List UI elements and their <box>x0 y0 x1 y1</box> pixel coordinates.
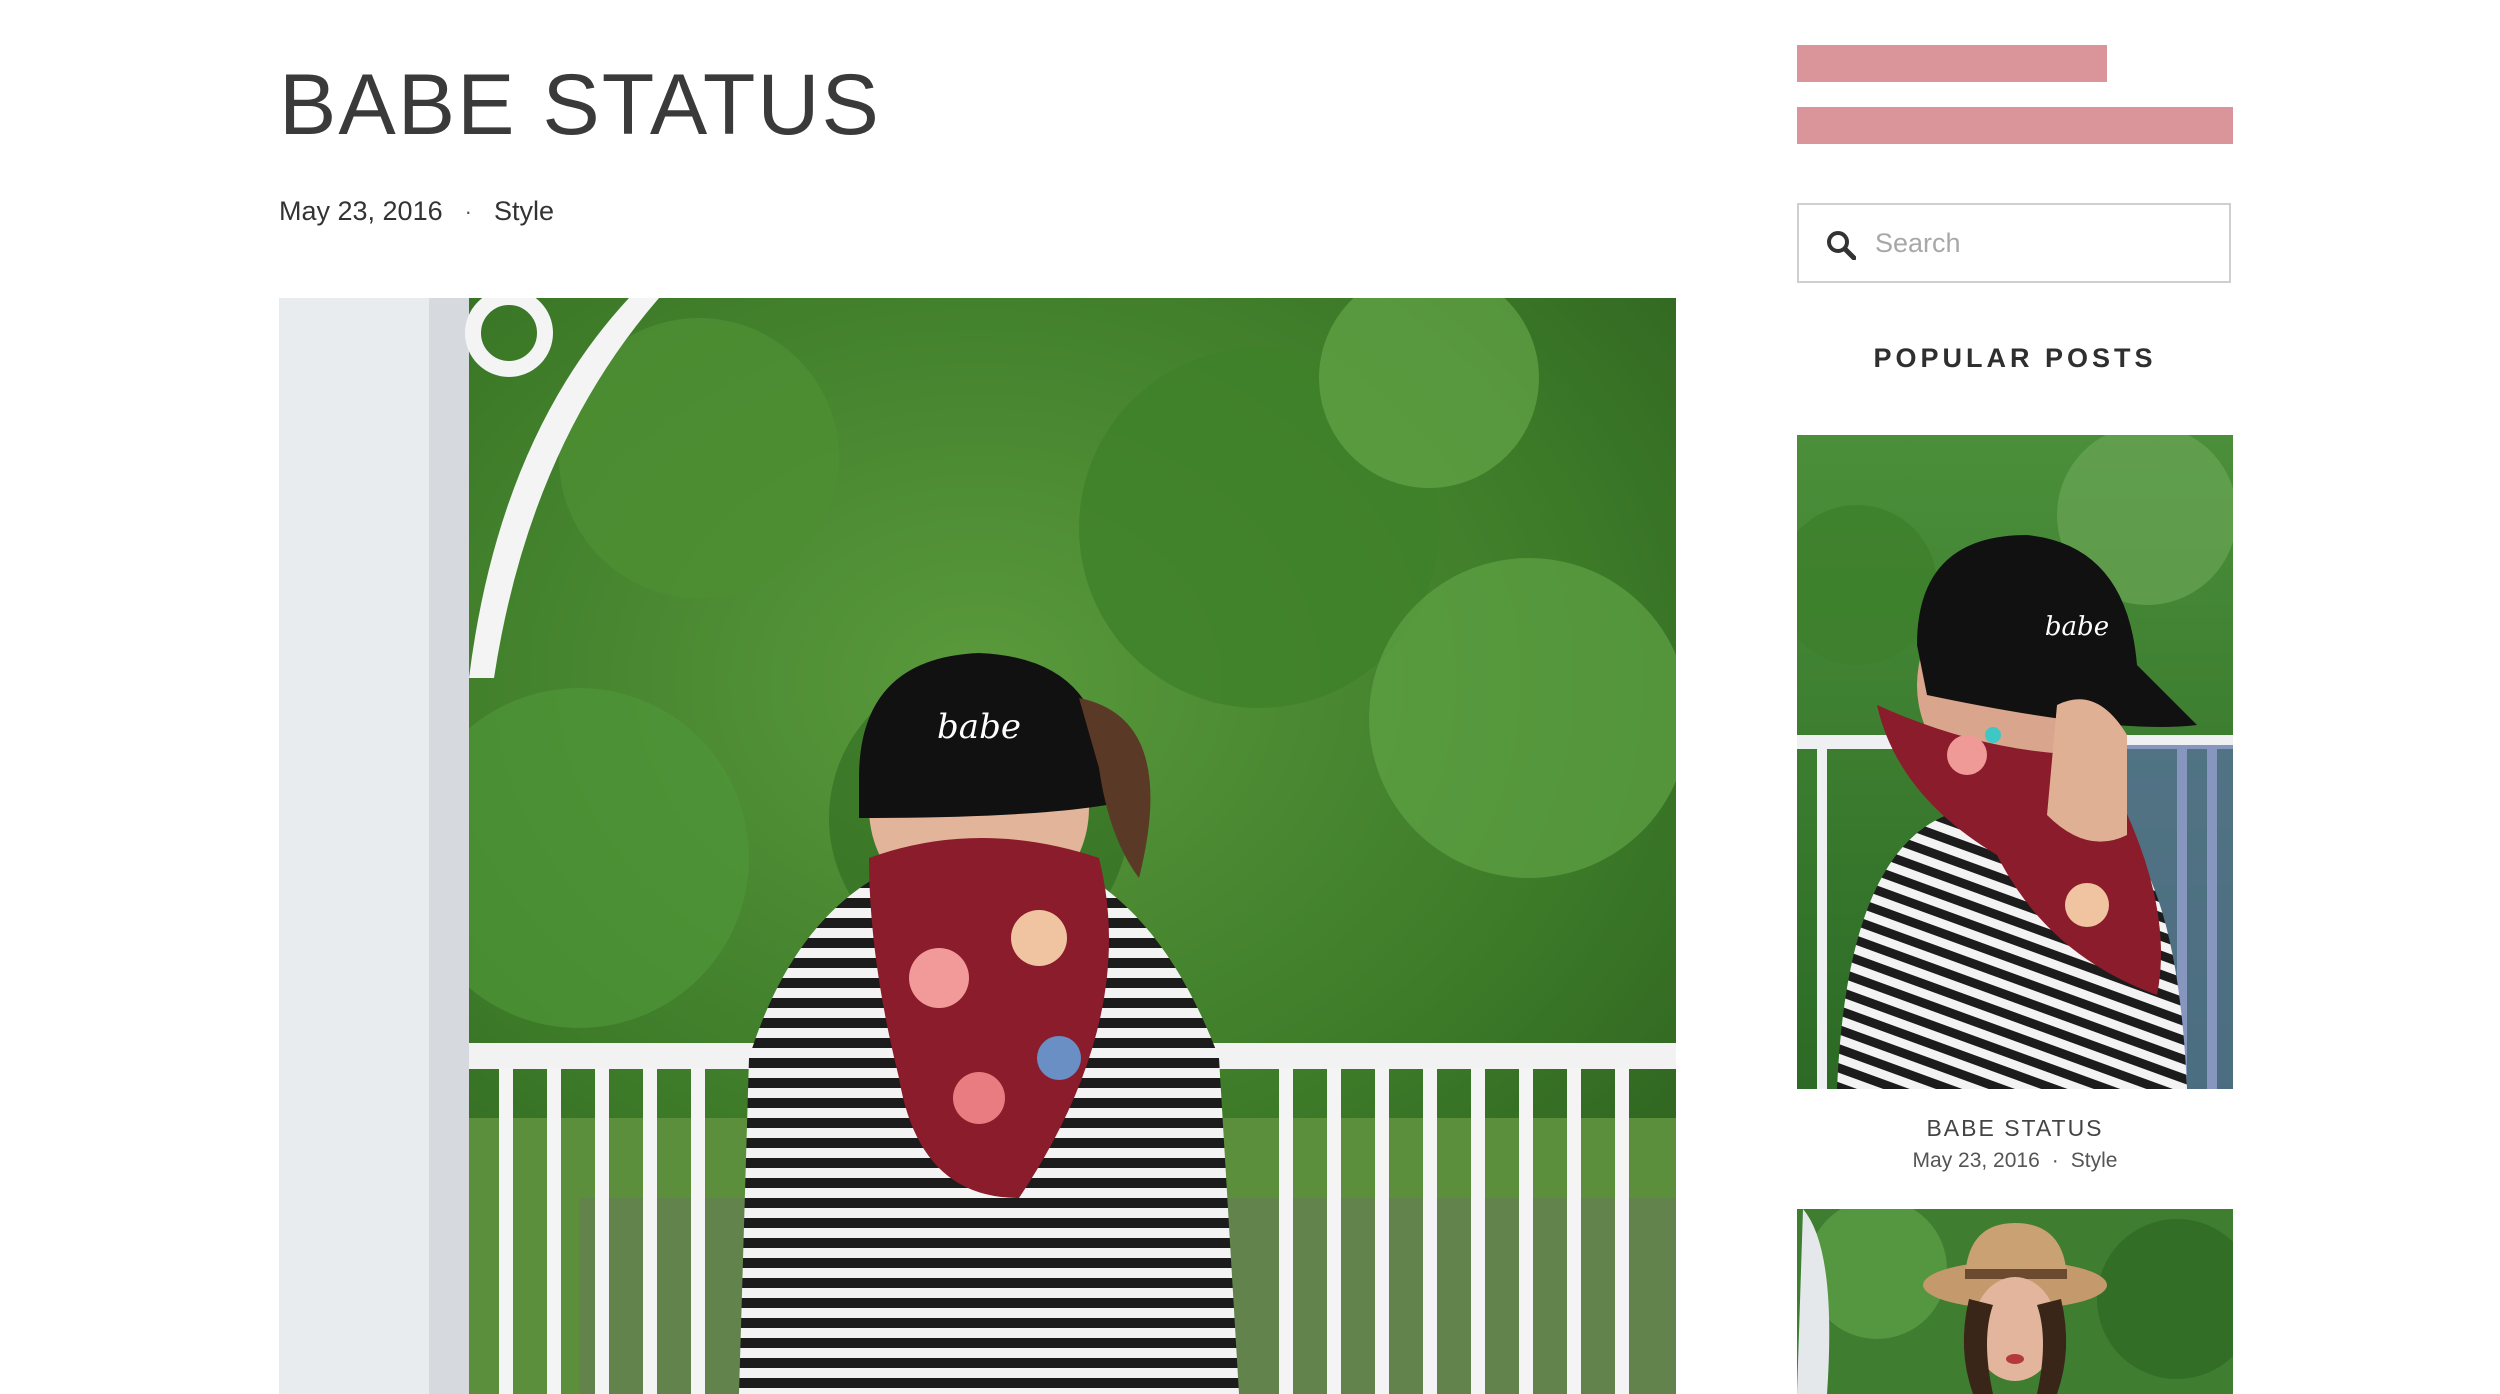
post-date: May 23, 2016 <box>279 196 443 226</box>
popular-posts-heading: POPULAR POSTS <box>1873 343 2157 373</box>
svg-text:babe: babe <box>2045 612 2109 642</box>
svg-text:babe: babe <box>937 707 1021 747</box>
popular-post-meta: May 23, 2016 · Style <box>1797 1149 2233 1173</box>
popular-post-thumbnail-illustration: babe <box>1797 435 2233 1089</box>
popular-post-thumbnail[interactable]: babe <box>1797 435 2233 1089</box>
popular-post-title[interactable]: BABE STATUS <box>1797 1115 2233 1142</box>
meta-separator: · <box>2051 1149 2059 1172</box>
popular-post-date: May 23, 2016 <box>1912 1149 2040 1172</box>
sidebar-pink-bar-long <box>1797 107 2233 144</box>
hero-photo-illustration: babe <box>279 298 1676 1394</box>
search-box[interactable] <box>1797 203 2231 283</box>
popular-post-category-link[interactable]: Style <box>2071 1149 2118 1172</box>
search-input[interactable] <box>1875 205 2215 281</box>
post-category-link[interactable]: Style <box>494 196 554 227</box>
popular-post-thumbnail-2[interactable] <box>1797 1209 2233 1394</box>
post-title[interactable]: BABE STATUS <box>279 62 881 148</box>
post-meta: May 23, 2016 · Style <box>279 196 554 227</box>
search-icon[interactable] <box>1826 230 1857 261</box>
popular-post-thumbnail-2-illustration <box>1797 1209 2233 1394</box>
blog-page: BABE STATUS May 23, 2016 · Style babe Se… <box>0 0 2500 1394</box>
sidebar-pink-bar-short <box>1797 45 2107 82</box>
hero-photo: babe <box>279 298 1676 1394</box>
meta-separator: · <box>464 198 472 224</box>
